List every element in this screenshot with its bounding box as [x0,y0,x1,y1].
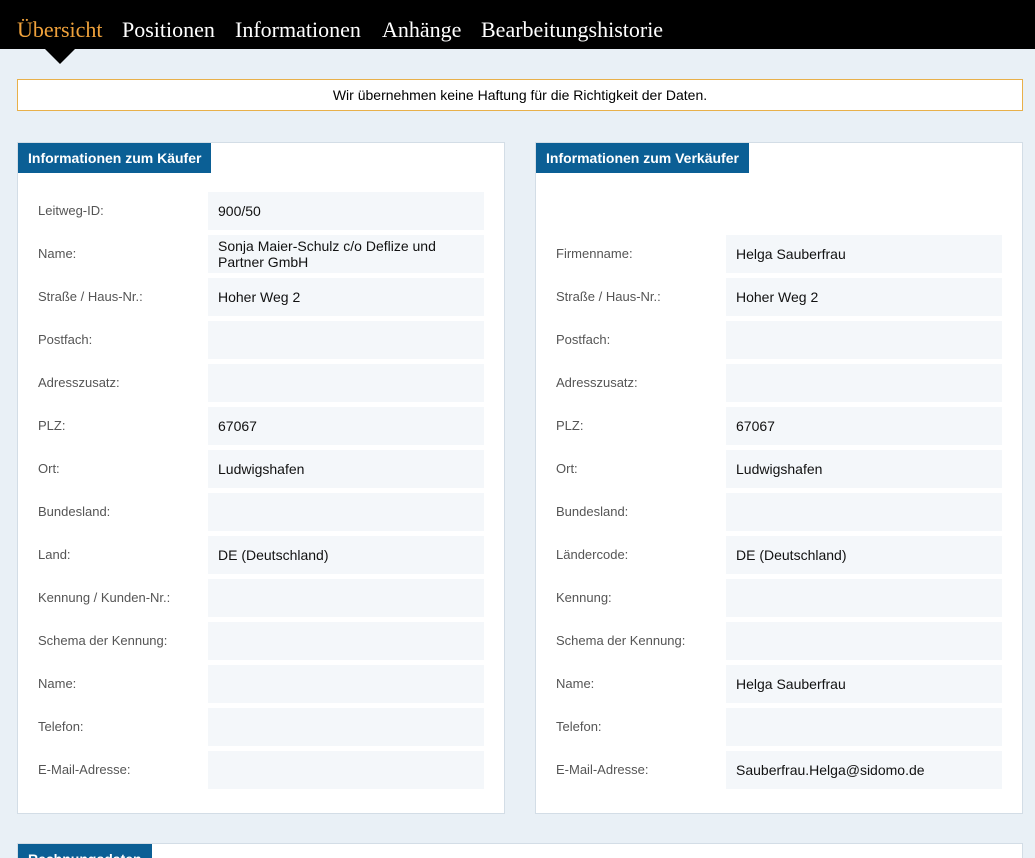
buyer-value: Hoher Weg 2 [208,278,484,316]
buyer-label: Ort: [38,461,60,476]
buyer-label: Land: [38,547,71,562]
buyer-value: Sonja Maier-Schulz c/o Deflize und Partn… [208,235,484,273]
seller-value [726,321,1002,359]
seller-value [726,708,1002,746]
buyer-value [208,622,484,660]
disclaimer-notice: Wir übernehmen keine Haftung für die Ric… [17,79,1023,111]
buyer-value [208,364,484,402]
buyer-label: Leitweg-ID: [38,203,104,218]
buyer-value [208,708,484,746]
seller-label: Ort: [556,461,578,476]
buyer-value: Ludwigshafen [208,450,484,488]
buyer-panel-title: Informationen zum Käufer [18,143,212,173]
seller-label: Kennung: [556,590,612,605]
buyer-label: PLZ: [38,418,66,433]
buyer-label: Schema der Kennung: [38,633,168,648]
invoice-data-panel: Rechnungsdaten [17,843,1023,858]
seller-label: Schema der Kennung: [556,633,686,648]
seller-value [726,622,1002,660]
seller-label: Bundesland: [556,504,629,519]
buyer-label: Name: [38,246,77,261]
buyer-label: Bundesland: [38,504,111,519]
seller-label: Straße / Haus-Nr.: [556,289,661,304]
buyer-value: DE (Deutschland) [208,536,484,574]
tab-bearbeitungshistorie[interactable]: Bearbeitungshistorie [481,15,663,45]
buyer-value [208,579,484,617]
buyer-value: 67067 [208,407,484,445]
active-tab-indicator [45,49,75,64]
seller-panel: Informationen zum Verkäufer Firmenname: H… [535,142,1023,814]
buyer-label: E-Mail-Adresse: [38,762,131,777]
seller-panel-title: Informationen zum Verkäufer [536,143,749,173]
tab-uebersicht[interactable]: Übersicht [17,15,103,45]
buyer-label: Postfach: [38,332,93,347]
buyer-label: Kennung / Kunden-Nr.: [38,590,171,605]
buyer-value [208,665,484,703]
seller-value [726,493,1002,531]
seller-value [726,579,1002,617]
buyer-label: Straße / Haus-Nr.: [38,289,143,304]
tab-informationen[interactable]: Informationen [235,15,361,45]
buyer-label: Adresszusatz: [38,375,120,390]
seller-value: DE (Deutschland) [726,536,1002,574]
buyer-value [208,493,484,531]
buyer-value [208,321,484,359]
seller-value: Helga Sauberfrau [726,665,1002,703]
buyer-label: Telefon: [38,719,84,734]
buyer-value: 900/50 [208,192,484,230]
seller-label: Adresszusatz: [556,375,638,390]
seller-label: Name: [556,676,595,691]
buyer-label: Name: [38,676,77,691]
tab-positionen[interactable]: Positionen [122,15,215,45]
seller-value: Ludwigshafen [726,450,1002,488]
seller-value [726,364,1002,402]
seller-label: Telefon: [556,719,602,734]
seller-value: 67067 [726,407,1002,445]
buyer-value [208,751,484,789]
tab-anhaenge[interactable]: Anhänge [382,15,461,45]
seller-label: PLZ: [556,418,584,433]
seller-value: Helga Sauberfrau [726,235,1002,273]
invoice-data-title: Rechnungsdaten [18,844,152,858]
top-nav: Übersicht Positionen Informationen Anhän… [0,0,1035,49]
seller-label: Ländercode: [556,547,629,562]
buyer-panel: Informationen zum Käufer Leitweg-ID: 900/… [17,142,505,814]
seller-value: Sauberfrau.Helga@sidomo.de [726,751,1002,789]
seller-label: E-Mail-Adresse: [556,762,649,777]
seller-label: Postfach: [556,332,611,347]
seller-value: Hoher Weg 2 [726,278,1002,316]
seller-label: Firmenname: [556,246,633,261]
